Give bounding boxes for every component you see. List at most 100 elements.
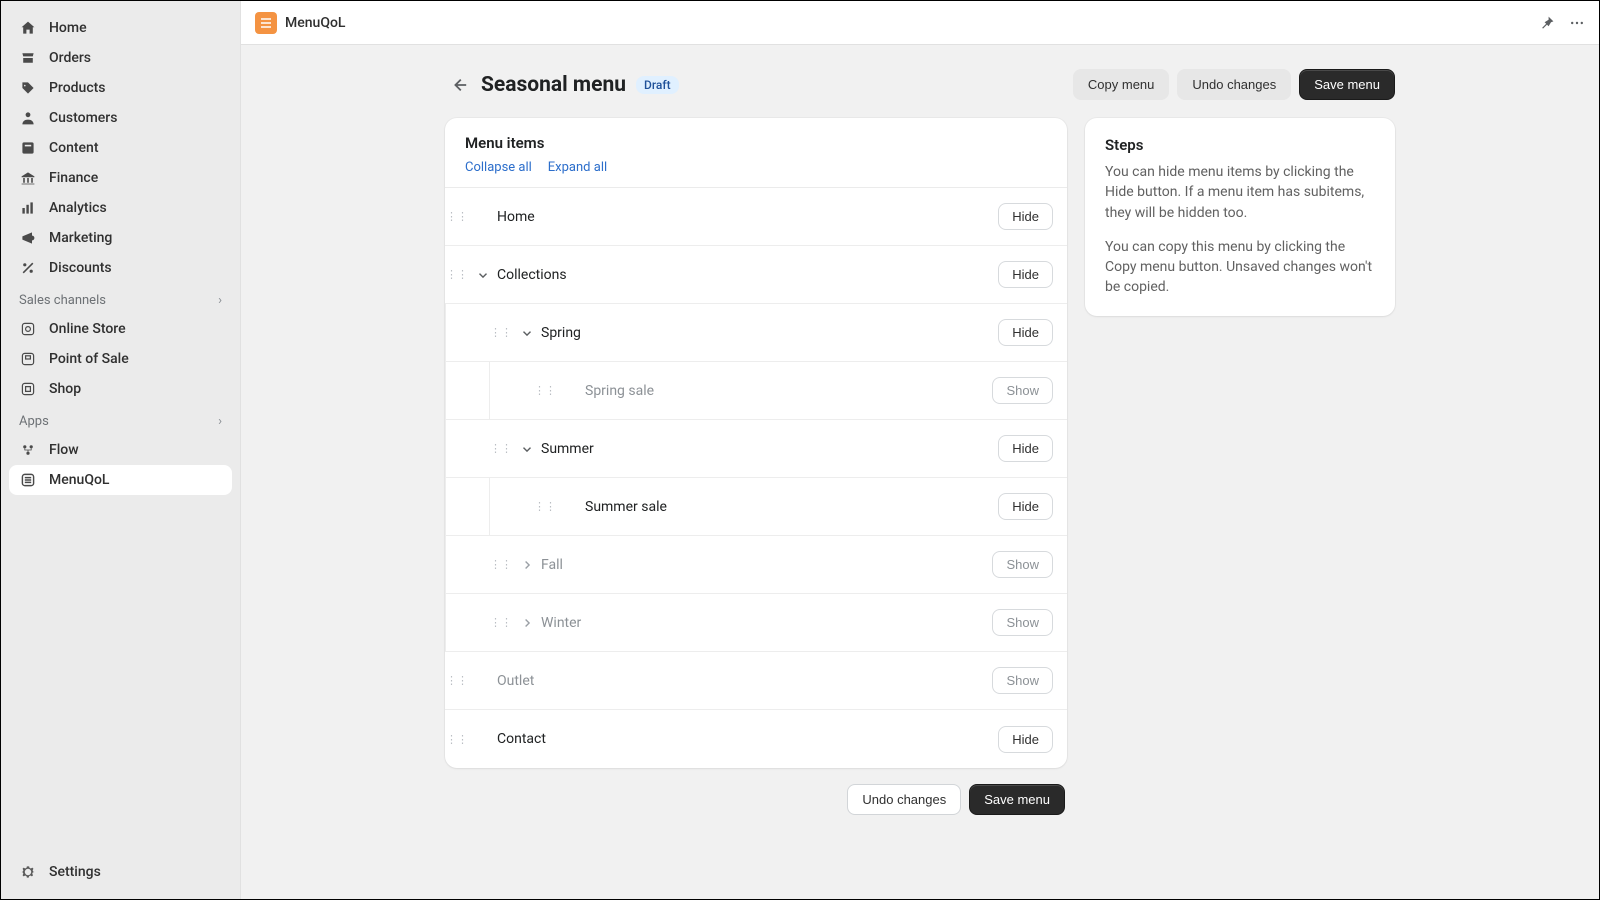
tree-row-spring: ⋮⋮ Spring Hide (445, 304, 1067, 362)
tree-label[interactable]: Fall (541, 557, 992, 573)
chevron-down-icon[interactable] (513, 442, 541, 456)
hide-button[interactable]: Hide (998, 493, 1053, 520)
tree-label[interactable]: Summer (541, 441, 998, 457)
sidebar-item-label: Finance (49, 170, 98, 186)
collapse-all-link[interactable]: Collapse all (465, 160, 532, 175)
chevron-right-icon[interactable] (513, 558, 541, 572)
sidebar-item-customers[interactable]: Customers (9, 103, 232, 133)
tree-row-summer-sale: ⋮⋮ Summer sale Hide (445, 478, 1067, 536)
hide-button[interactable]: Hide (998, 726, 1053, 753)
sidebar-item-label: Flow (49, 442, 79, 458)
sidebar-section-sales-channels[interactable]: Sales channels › (9, 283, 232, 314)
drag-handle-icon[interactable]: ⋮⋮ (489, 558, 513, 571)
steps-paragraph: You can copy this menu by clicking the C… (1105, 237, 1375, 298)
sidebar: Home Orders Products Customers Content F… (1, 1, 241, 899)
sidebar-item-flow[interactable]: Flow (9, 435, 232, 465)
sidebar-item-label: Analytics (49, 200, 107, 216)
sidebar-item-label: Home (49, 20, 87, 36)
drag-handle-icon[interactable]: ⋮⋮ (489, 616, 513, 629)
save-menu-button[interactable]: Save menu (1299, 69, 1395, 100)
drag-handle-icon[interactable]: ⋮⋮ (445, 733, 469, 746)
menu-items-card: Menu items Collapse all Expand all ⋮⋮ (445, 118, 1067, 768)
drag-handle-icon[interactable]: ⋮⋮ (533, 384, 557, 397)
chevron-right-icon: › (218, 293, 222, 308)
content-icon (19, 139, 37, 157)
sidebar-item-label: Point of Sale (49, 351, 129, 367)
tree-row-home: ⋮⋮ Home Hide (445, 188, 1067, 246)
sidebar-item-settings[interactable]: Settings (9, 857, 232, 887)
sidebar-item-online-store[interactable]: Online Store (9, 314, 232, 344)
tree-label[interactable]: Contact (497, 731, 998, 747)
sidebar-item-pos[interactable]: Point of Sale (9, 344, 232, 374)
footer-save-button[interactable]: Save menu (969, 784, 1065, 815)
topbar-title: MenuQoL (285, 15, 345, 31)
drag-handle-icon[interactable]: ⋮⋮ (445, 210, 469, 223)
footer-actions: Undo changes Save menu (445, 784, 1065, 815)
sidebar-item-home[interactable]: Home (9, 13, 232, 43)
pin-icon[interactable] (1539, 15, 1555, 31)
tree-label[interactable]: Outlet (497, 673, 992, 689)
app-logo-icon (255, 12, 277, 34)
sidebar-item-finance[interactable]: Finance (9, 163, 232, 193)
sidebar-item-analytics[interactable]: Analytics (9, 193, 232, 223)
undo-changes-button[interactable]: Undo changes (1177, 69, 1291, 100)
show-button[interactable]: Show (992, 609, 1053, 636)
customers-icon (19, 109, 37, 127)
sidebar-section-apps[interactable]: Apps › (9, 404, 232, 435)
tree-row-fall: ⋮⋮ Fall Show (445, 536, 1067, 594)
sidebar-item-menuqol[interactable]: MenuQoL (9, 465, 232, 495)
footer-undo-button[interactable]: Undo changes (847, 784, 961, 815)
status-badge: Draft (636, 76, 679, 94)
drag-handle-icon[interactable]: ⋮⋮ (489, 326, 513, 339)
sidebar-item-label: Shop (49, 381, 81, 397)
sidebar-item-marketing[interactable]: Marketing (9, 223, 232, 253)
sidebar-item-content[interactable]: Content (9, 133, 232, 163)
hide-button[interactable]: Hide (998, 319, 1053, 346)
hide-button[interactable]: Hide (998, 203, 1053, 230)
drag-handle-icon[interactable]: ⋮⋮ (533, 500, 557, 513)
sidebar-item-label: Marketing (49, 230, 112, 246)
products-icon (19, 79, 37, 97)
chevron-down-icon[interactable] (469, 268, 497, 282)
steps-card: Steps You can hide menu items by clickin… (1085, 118, 1395, 316)
expand-all-link[interactable]: Expand all (548, 160, 607, 175)
page-title: Seasonal menu (481, 73, 626, 97)
show-button[interactable]: Show (992, 551, 1053, 578)
sidebar-item-label: Online Store (49, 321, 126, 337)
back-button[interactable] (445, 71, 473, 99)
sidebar-item-label: Orders (49, 50, 91, 66)
sidebar-item-shop[interactable]: Shop (9, 374, 232, 404)
tree-label[interactable]: Home (497, 209, 998, 225)
discounts-icon (19, 259, 37, 277)
tree-label[interactable]: Winter (541, 615, 992, 631)
more-icon[interactable] (1569, 15, 1585, 31)
hide-button[interactable]: Hide (998, 435, 1053, 462)
flow-icon (19, 441, 37, 459)
sidebar-item-discounts[interactable]: Discounts (9, 253, 232, 283)
sidebar-item-label: Content (49, 140, 99, 156)
sidebar-item-label: Discounts (49, 260, 112, 276)
menu-items-title: Menu items (465, 134, 1047, 152)
show-button[interactable]: Show (992, 667, 1053, 694)
chevron-right-icon[interactable] (513, 616, 541, 630)
tree-label[interactable]: Collections (497, 267, 998, 283)
tree-label[interactable]: Spring sale (585, 383, 992, 399)
show-button[interactable]: Show (992, 377, 1053, 404)
hide-button[interactable]: Hide (998, 261, 1053, 288)
drag-handle-icon[interactable]: ⋮⋮ (445, 268, 469, 281)
drag-handle-icon[interactable]: ⋮⋮ (489, 442, 513, 455)
tree-label[interactable]: Spring (541, 325, 998, 341)
sidebar-item-orders[interactable]: Orders (9, 43, 232, 73)
page-header: Seasonal menu Draft Copy menu Undo chang… (445, 69, 1395, 100)
gear-icon (19, 863, 37, 881)
steps-title: Steps (1105, 136, 1375, 154)
sidebar-item-products[interactable]: Products (9, 73, 232, 103)
tree-row-contact: ⋮⋮ Contact Hide (445, 710, 1067, 768)
copy-menu-button[interactable]: Copy menu (1073, 69, 1169, 100)
tree-row-outlet: ⋮⋮ Outlet Show (445, 652, 1067, 710)
sidebar-item-label: Customers (49, 110, 117, 126)
drag-handle-icon[interactable]: ⋮⋮ (445, 674, 469, 687)
chevron-down-icon[interactable] (513, 326, 541, 340)
tree-row-winter: ⋮⋮ Winter Show (445, 594, 1067, 652)
tree-label[interactable]: Summer sale (585, 499, 998, 515)
